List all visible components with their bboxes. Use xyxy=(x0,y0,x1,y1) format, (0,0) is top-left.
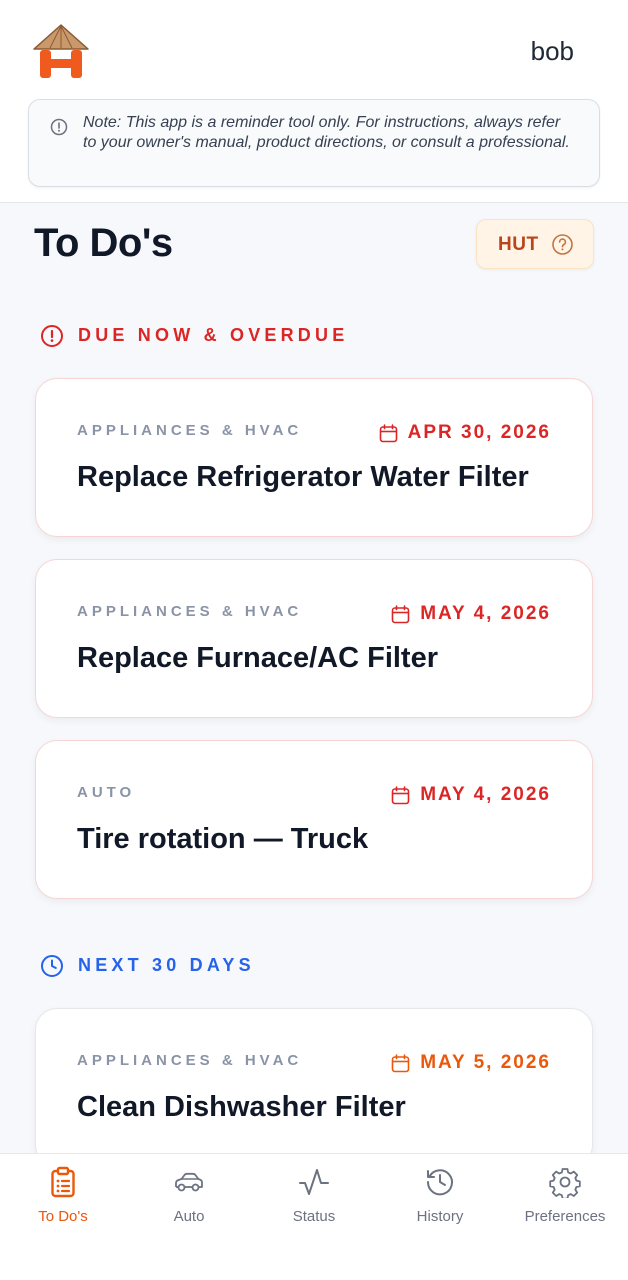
alert-circle-icon xyxy=(41,325,63,347)
nav-item-todos[interactable]: To Do's xyxy=(0,1166,126,1236)
nav-item-history[interactable]: History xyxy=(377,1166,503,1236)
disclaimer-note: Note: This app is a reminder tool only. … xyxy=(28,99,600,187)
calendar-icon xyxy=(391,604,410,623)
car-icon xyxy=(175,1172,203,1192)
username[interactable]: bob xyxy=(531,36,574,67)
task-category: APPLIANCES & HVAC xyxy=(77,422,303,439)
nav-label: Status xyxy=(292,1208,336,1225)
app-header: bob Note: This app is a reminder tool on… xyxy=(0,0,628,203)
nav-label: Preferences xyxy=(524,1208,606,1225)
nav-item-preferences[interactable]: Preferences xyxy=(502,1166,628,1236)
hut-label: HUT xyxy=(498,234,539,255)
nav-label: History xyxy=(416,1208,464,1225)
task-category: AUTO xyxy=(77,784,136,801)
calendar-icon xyxy=(391,1053,410,1072)
disclaimer-text: Note: This app is a reminder tool only. … xyxy=(83,114,570,151)
task-date-text: MAY 4, 2026 xyxy=(420,784,551,805)
nav-label: To Do's xyxy=(38,1208,88,1225)
task-title: Clean Dishwasher Filter xyxy=(77,1091,406,1123)
task-card[interactable]: APPLIANCES & HVAC MAY 5, 2026 Clean Dish… xyxy=(35,1008,593,1153)
task-title: Replace Refrigerator Water Filter xyxy=(77,461,529,493)
task-card[interactable]: APPLIANCES & HVAC APR 30, 2026 Replace R… xyxy=(35,378,593,537)
task-date-text: MAY 5, 2026 xyxy=(420,1052,551,1073)
task-due-date: APR 30, 2026 xyxy=(379,422,551,444)
calendar-icon xyxy=(379,423,397,442)
todo-list-view: To Do's HUT DUE NOW & OVERDUE APPLIANCES… xyxy=(0,203,628,1153)
nav-item-auto[interactable]: Auto xyxy=(126,1166,252,1236)
bottom-nav: To Do's Auto Status History Preferences xyxy=(0,1153,628,1280)
nav-label: Auto xyxy=(173,1208,205,1225)
task-card[interactable]: APPLIANCES & HVAC MAY 4, 2026 Replace Fu… xyxy=(35,559,593,718)
clipboard-list-icon xyxy=(51,1166,75,1198)
task-due-date: MAY 5, 2026 xyxy=(391,1052,551,1074)
task-category: APPLIANCES & HVAC xyxy=(77,603,303,620)
task-due-date: MAY 4, 2026 xyxy=(391,784,551,806)
hut-logo-icon[interactable] xyxy=(32,24,90,80)
nav-item-status[interactable]: Status xyxy=(251,1166,377,1236)
task-card[interactable]: AUTO MAY 4, 2026 Tire rotation — Truck xyxy=(35,740,593,899)
task-due-date: MAY 4, 2026 xyxy=(391,603,551,625)
section-label: NEXT 30 DAYS xyxy=(78,955,255,975)
task-title: Tire rotation — Truck xyxy=(77,823,369,855)
question-circle-icon xyxy=(552,234,573,255)
task-date-text: MAY 4, 2026 xyxy=(420,603,551,624)
section-label: DUE NOW & OVERDUE xyxy=(78,325,349,345)
task-title: Replace Furnace/AC Filter xyxy=(77,642,438,674)
clock-icon xyxy=(41,955,63,977)
page-title: To Do's xyxy=(34,221,173,265)
history-icon xyxy=(426,1169,453,1196)
hut-help-button[interactable]: HUT xyxy=(476,219,594,269)
calendar-icon xyxy=(391,785,410,804)
activity-icon xyxy=(299,1169,329,1195)
info-icon xyxy=(50,118,68,136)
task-category: APPLIANCES & HVAC xyxy=(77,1052,303,1069)
gear-icon xyxy=(549,1168,581,1198)
task-date-text: APR 30, 2026 xyxy=(407,422,551,443)
